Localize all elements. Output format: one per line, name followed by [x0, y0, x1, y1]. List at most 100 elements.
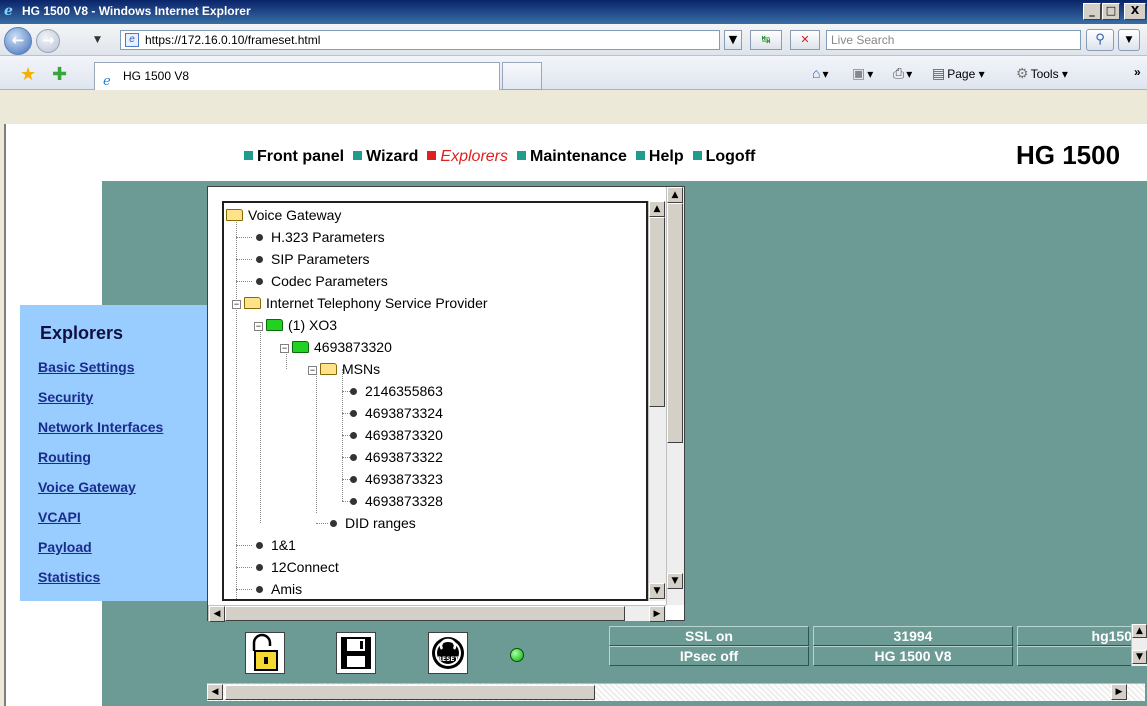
refresh-icon[interactable]: ↹ [750, 30, 782, 50]
tree-connector [236, 567, 252, 568]
menu-item-maintenance[interactable]: Maintenance [517, 148, 627, 166]
collapse-icon[interactable]: − [254, 322, 263, 331]
tree-scroll-left-icon[interactable]: ◀ [209, 606, 225, 622]
page-hscrollbar[interactable]: ◀ ▶ [207, 683, 1145, 701]
search-options-icon[interactable]: ▼ [1118, 29, 1140, 51]
page-scroll-left-icon[interactable]: ◀ [207, 684, 223, 700]
tree-node-msn[interactable]: 4693873322 [350, 447, 443, 467]
add-favorite-icon[interactable]: ✚ [52, 64, 67, 85]
tree-node-label: DID ranges [345, 515, 416, 531]
sidebar-link-routing[interactable]: Routing [38, 449, 91, 465]
print-icon[interactable]: ⎙ ▾ [893, 65, 912, 82]
tab-hg1500[interactable]: e HG 1500 V8 [94, 62, 500, 90]
menu-bullet-icon [244, 151, 253, 160]
status-scroll-up-icon[interactable]: ▲ [1132, 624, 1147, 638]
tree-node-did-ranges[interactable]: DID ranges [330, 513, 416, 533]
sidebar-link-basic-settings[interactable]: Basic Settings [38, 359, 134, 375]
menu-item-explorers[interactable]: Explorers [427, 148, 508, 166]
close-button[interactable]: X [1124, 3, 1146, 20]
history-dropdown-icon[interactable]: ▼ [94, 35, 101, 45]
more-chevron-icon[interactable]: » [1134, 65, 1141, 79]
tree-scrollbar[interactable]: ▲ ▼ [648, 201, 666, 601]
tree-node-voice-gateway[interactable]: Voice Gateway [226, 205, 341, 225]
frame-scroll-thumb[interactable] [667, 203, 683, 443]
reset-icon[interactable]: RESET [428, 632, 468, 674]
frame-scrollbar[interactable]: ▲ ▼ [666, 187, 684, 605]
collapse-icon[interactable]: − [308, 366, 317, 375]
menu-item-logoff[interactable]: Logoff [692, 148, 756, 166]
new-tab-button[interactable] [502, 62, 542, 90]
tree-node-label: (1) XO3 [288, 317, 338, 333]
ie-logo-icon: e [4, 3, 13, 19]
tree-node-itsp-provider[interactable]: 1&1 [256, 535, 296, 555]
page-menu[interactable]: ▤ Page ▾ [932, 65, 985, 82]
feeds-icon[interactable]: ▣ ▾ [852, 65, 873, 82]
tree-node-provider[interactable]: − (1) XO3 [254, 315, 337, 335]
status-scroll-down-icon[interactable]: ▼ [1132, 650, 1147, 664]
ssl-status: SSL on [609, 626, 809, 646]
menu-item-front-panel[interactable]: Front panel [244, 148, 344, 166]
tree-scroll-right-icon[interactable]: ▶ [649, 606, 665, 622]
tree-node-label: H.323 Parameters [271, 229, 385, 245]
sidebar: Explorers Basic Settings Security Network … [20, 305, 208, 601]
tree-node-msns[interactable]: − MSNs [308, 359, 380, 379]
search-input[interactable]: Live Search [826, 30, 1081, 50]
tree-node-account[interactable]: − 4693873320 [280, 337, 392, 357]
lock-open-icon[interactable] [245, 632, 285, 674]
tree-node-codec[interactable]: Codec Parameters [256, 271, 388, 291]
tree-scroll-down-icon[interactable]: ▼ [649, 583, 665, 599]
sidebar-link-security[interactable]: Security [38, 389, 93, 405]
tree-node-itsp-provider[interactable]: Amis [256, 579, 302, 599]
stop-icon[interactable]: ✕ [790, 30, 820, 50]
tree-node-itsp[interactable]: − Internet Telephony Service Provider [232, 293, 488, 313]
status-scrollbar[interactable]: ▲ ▼ [1131, 624, 1147, 666]
save-disk-icon[interactable] [336, 632, 376, 674]
forward-button[interactable]: → [36, 29, 60, 53]
page-hscroll-thumb[interactable] [225, 685, 595, 700]
tree-node-itsp-provider[interactable]: 12Connect [256, 557, 339, 577]
collapse-icon[interactable]: − [280, 344, 289, 353]
back-button[interactable]: ← [4, 27, 32, 55]
search-icon[interactable]: ⚲ [1086, 29, 1114, 51]
minimize-button[interactable]: _ [1083, 3, 1101, 20]
sidebar-link-statistics[interactable]: Statistics [38, 569, 100, 585]
tree-node-msn[interactable]: 4693873328 [350, 491, 443, 511]
tree-node-sip[interactable]: SIP Parameters [256, 249, 370, 269]
favorites-star-icon[interactable]: ★ [20, 64, 36, 85]
tree-node-msn[interactable]: 2146355863 [350, 381, 443, 401]
tree-hscrollbar[interactable]: ◀ ▶ [208, 605, 666, 622]
address-dropdown-button[interactable]: ▼ [724, 30, 742, 50]
frame-scroll-down-icon[interactable]: ▼ [667, 573, 683, 589]
tree-connector [316, 369, 317, 513]
home-icon[interactable]: ⌂ ▾ [812, 65, 829, 81]
tree-node-label: 2146355863 [365, 383, 443, 399]
sidebar-link-network-interfaces[interactable]: Network Interfaces [38, 419, 163, 435]
frame-scroll-up-icon[interactable]: ▲ [667, 187, 683, 203]
tree-node-msn[interactable]: 4693873323 [350, 469, 443, 489]
leaf-bullet-icon [330, 520, 337, 527]
tree-node-h323[interactable]: H.323 Parameters [256, 227, 385, 247]
tree-node-msn[interactable]: 4693873324 [350, 403, 443, 423]
tree-connector [342, 457, 350, 458]
menu-item-label: Logoff [705, 148, 756, 165]
tree-hscroll-thumb[interactable] [225, 606, 625, 621]
tree-scroll-up-icon[interactable]: ▲ [649, 201, 665, 217]
menu-item-help[interactable]: Help [635, 148, 684, 166]
menu-item-wizard[interactable]: Wizard [353, 148, 418, 166]
tree-panel: Voice Gateway H.323 Parameters SIP Paramet… [207, 186, 685, 622]
sidebar-link-voice-gateway[interactable]: Voice Gateway [38, 479, 136, 495]
maximize-button[interactable]: □ [1102, 3, 1120, 20]
address-input[interactable]: e https://172.16.0.10/frameset.html [120, 30, 720, 50]
tree-node-label: 12Connect [271, 559, 339, 575]
tree-connector [236, 259, 252, 260]
tools-menu[interactable]: ⚙ Tools ▾ [1016, 65, 1068, 82]
explorer-tree[interactable]: Voice Gateway H.323 Parameters SIP Paramet… [222, 201, 648, 601]
page-scroll-right-icon[interactable]: ▶ [1111, 684, 1127, 700]
tree-scroll-thumb[interactable] [649, 217, 665, 407]
leaf-bullet-icon [256, 586, 263, 593]
folder-icon [266, 319, 283, 331]
collapse-icon[interactable]: − [232, 300, 241, 309]
sidebar-link-vcapi[interactable]: VCAPI [38, 509, 81, 525]
sidebar-link-payload[interactable]: Payload [38, 539, 92, 555]
tree-node-msn[interactable]: 4693873320 [350, 425, 443, 445]
